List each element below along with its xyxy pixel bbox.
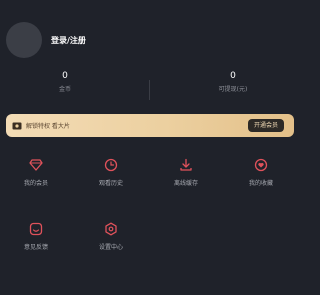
profile-header[interactable]: 登录/注册 [6, 22, 86, 58]
settings-icon [105, 222, 117, 236]
grid-item-feedback[interactable]: 意见反馈 [8, 222, 64, 251]
grid-label: 我的会员 [23, 180, 48, 187]
grid-label: 我的收藏 [248, 180, 273, 187]
login-register-link[interactable]: 登录/注册 [51, 35, 86, 46]
stats-divider [149, 80, 150, 100]
grid-item-settings[interactable]: 设置中心 [83, 222, 139, 251]
balance-stat[interactable]: 0 可提现(元) [173, 70, 293, 93]
grid-item-offline-cache[interactable]: 离线缓存 [158, 158, 214, 187]
vip-banner[interactable]: 解锁特权 看大片 开通会员 [6, 114, 294, 137]
grid-item-my-vip[interactable]: 我的会员 [8, 158, 64, 187]
grid-label: 意见反馈 [23, 244, 48, 251]
feedback-icon [29, 222, 43, 236]
grid-item-history[interactable]: 观看历史 [83, 158, 139, 187]
ticket-icon [12, 122, 22, 130]
clock-icon [104, 158, 118, 172]
grid-label: 离线缓存 [173, 180, 198, 187]
download-icon [180, 158, 192, 171]
avatar[interactable] [6, 22, 42, 58]
coin-label: 金币 [58, 86, 71, 93]
stats-row: 0 金币 0 可提现(元) [0, 70, 300, 106]
open-vip-button[interactable]: 开通会员 [247, 119, 284, 132]
grid-item-favorites[interactable]: 我的收藏 [233, 158, 289, 187]
grid-label: 观看历史 [98, 180, 123, 187]
vip-diamond-icon [29, 159, 43, 171]
grid-label: 设置中心 [98, 244, 123, 251]
coin-stat[interactable]: 0 金币 [5, 70, 125, 93]
heart-icon [254, 158, 268, 172]
coin-value: 0 [62, 71, 68, 81]
vip-promo-text: 解锁特权 看大片 [26, 123, 70, 130]
balance-label: 可提现(元) [218, 86, 248, 93]
balance-value: 0 [230, 71, 236, 81]
